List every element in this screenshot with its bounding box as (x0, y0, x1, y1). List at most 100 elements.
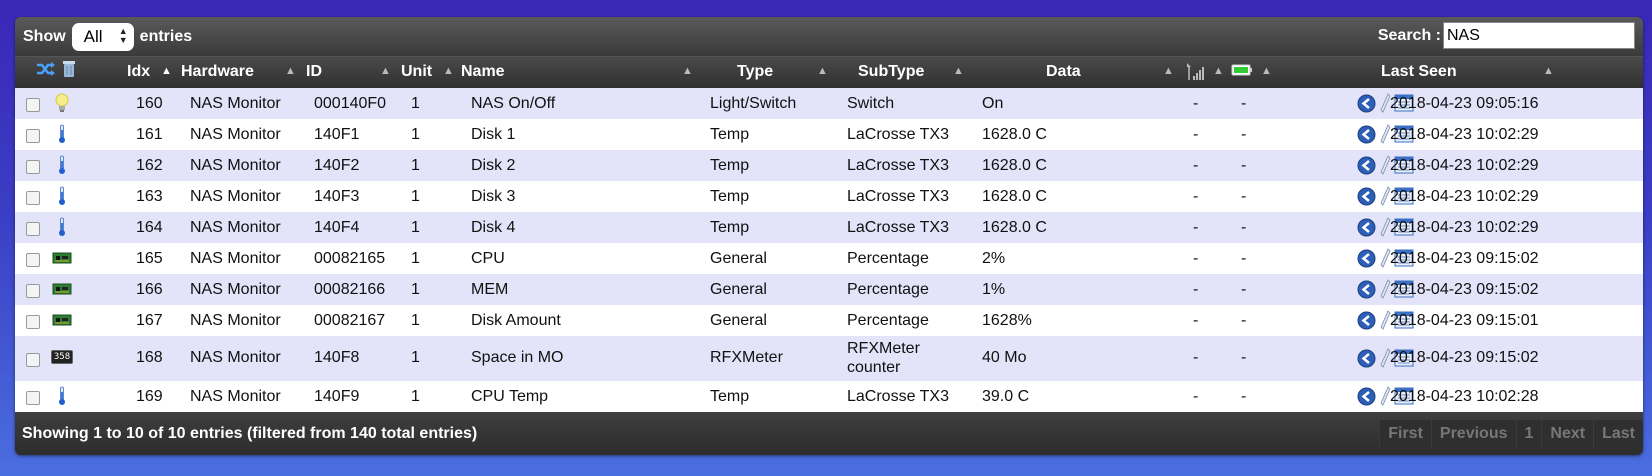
table-header: Idx ▲ Hardware ▲ ID ▲ Unit ▲ Name ▲ Type… (15, 56, 1643, 88)
cell-lastseen: 2018-04-23 10:02:29 (1390, 157, 1539, 174)
header-shuffle-icon[interactable] (36, 60, 56, 83)
log-icon[interactable] (1357, 125, 1376, 149)
cell-data: 39.0 C (982, 388, 1030, 405)
lightbulb-icon[interactable] (51, 92, 73, 114)
row-checkbox[interactable] (26, 315, 40, 329)
log-icon[interactable] (1357, 156, 1376, 180)
row-checkbox[interactable] (26, 160, 40, 174)
thermometer-icon[interactable] (51, 385, 73, 407)
table-row[interactable]: 164 NAS Monitor 140F4 1 Disk 4 Temp LaCrosse T… (15, 212, 1643, 243)
cell-subtype: Percentage (847, 312, 929, 329)
cell-hardware: NAS Monitor (190, 126, 281, 143)
table-row[interactable]: 358 168 NAS Monitor 140F8 1 Space in MO RFXMet… (15, 336, 1643, 381)
table-row[interactable]: 166 NAS Monitor 00082166 1 MEM General Percent… (15, 274, 1643, 305)
cell-subtype: LaCrosse TX3 (847, 219, 949, 236)
cell-subtype: LaCrosse TX3 (847, 157, 949, 174)
row-checkbox[interactable] (26, 191, 40, 205)
cell-battery: - (1241, 250, 1247, 267)
column-unit-header[interactable]: Unit (401, 63, 432, 81)
column-id-header[interactable]: ID (306, 63, 322, 81)
column-type-header[interactable]: Type (737, 63, 773, 81)
thermometer-icon[interactable] (51, 154, 73, 176)
cell-data: 1628.0 C (982, 157, 1047, 174)
column-lastseen-header[interactable]: Last Seen (1381, 63, 1457, 81)
cell-lastseen: 2018-04-23 09:15:02 (1390, 349, 1539, 366)
header-trash-icon[interactable] (62, 60, 76, 83)
page-last-button[interactable]: Last (1593, 420, 1643, 448)
battery-icon[interactable] (1231, 63, 1253, 82)
log-icon[interactable] (1357, 249, 1376, 273)
cell-subtype: Percentage (847, 250, 929, 267)
column-data-header[interactable]: Data (1046, 63, 1081, 81)
table-info: Showing 1 to 10 of 10 entries (filtered … (22, 425, 478, 442)
cell-id: 00082167 (314, 312, 386, 329)
row-checkbox[interactable] (26, 353, 40, 367)
sort-icon: ▲ (285, 65, 296, 77)
cell-subtype: LaCrosse TX3 (847, 188, 949, 205)
page-1-button[interactable]: 1 (1515, 420, 1542, 448)
cell-type: Temp (710, 188, 750, 205)
page-previous-button[interactable]: Previous (1430, 420, 1516, 448)
table-row[interactable]: 160 NAS Monitor 000140F0 1 NAS On/Off Light/S… (15, 88, 1643, 119)
cell-battery: - (1241, 281, 1247, 298)
log-icon[interactable] (1357, 387, 1376, 411)
cell-battery: - (1241, 188, 1247, 205)
thermometer-icon[interactable] (51, 185, 73, 207)
signal-strength-icon[interactable] (1183, 61, 1205, 86)
cell-data: 1% (982, 281, 1006, 298)
cell-subtype: LaCrosse TX3 (847, 126, 949, 143)
column-idx-header[interactable]: Idx (127, 63, 150, 81)
log-icon[interactable] (1357, 187, 1376, 211)
table-row[interactable]: 165 NAS Monitor 00082165 1 CPU General Percent… (15, 243, 1643, 274)
entries-length-value: All (83, 26, 103, 46)
cell-hardware: NAS Monitor (190, 188, 281, 205)
table-row[interactable]: 169 NAS Monitor 140F9 1 CPU Temp Temp LaCrosse… (15, 381, 1643, 412)
row-checkbox[interactable] (26, 98, 40, 112)
cell-battery: - (1241, 95, 1247, 112)
table-row[interactable]: 163 NAS Monitor 140F3 1 Disk 3 Temp LaCrosse T… (15, 181, 1643, 212)
cell-hardware: NAS Monitor (190, 388, 281, 405)
log-icon[interactable] (1357, 280, 1376, 304)
cell-signal: - (1193, 388, 1199, 405)
cell-lastseen: 2018-04-23 10:02:29 (1390, 188, 1539, 205)
table-row[interactable]: 161 NAS Monitor 140F1 1 Disk 1 Temp LaCrosse T… (15, 119, 1643, 150)
log-icon[interactable] (1357, 311, 1376, 335)
page-first-button[interactable]: First (1379, 420, 1431, 448)
cell-hardware: NAS Monitor (190, 281, 281, 298)
cell-lastseen: 2018-04-23 09:05:16 (1390, 95, 1539, 112)
column-hardware-header[interactable]: Hardware (181, 63, 254, 81)
cell-signal: - (1193, 250, 1199, 267)
table-row[interactable]: 162 NAS Monitor 140F2 1 Disk 2 Temp LaCrosse T… (15, 150, 1643, 181)
thermometer-icon[interactable] (51, 123, 73, 145)
cell-hardware: NAS Monitor (190, 219, 281, 236)
row-checkbox[interactable] (26, 391, 40, 405)
cell-id: 00082165 (314, 250, 386, 267)
search-input[interactable] (1443, 22, 1635, 49)
cell-name: MEM (471, 281, 509, 298)
row-checkbox[interactable] (26, 129, 40, 143)
cell-hardware: NAS Monitor (190, 312, 281, 329)
sort-icon: ▲ (380, 65, 391, 77)
log-icon[interactable] (1357, 94, 1376, 118)
circuit-board-icon[interactable] (51, 278, 73, 300)
cell-type: General (710, 281, 767, 298)
row-checkbox[interactable] (26, 222, 40, 236)
sort-icon: ▲ (817, 65, 828, 77)
entries-length-select[interactable]: All ▲ ▼ (71, 22, 134, 51)
circuit-board-icon[interactable] (51, 247, 73, 269)
cell-idx: 168 (136, 349, 163, 366)
cell-name: Disk 2 (471, 157, 516, 174)
table-row[interactable]: 167 NAS Monitor 00082167 1 Disk Amount Genera… (15, 305, 1643, 336)
row-checkbox[interactable] (26, 253, 40, 267)
column-subtype-header[interactable]: SubType (858, 63, 924, 81)
log-icon[interactable] (1357, 349, 1376, 373)
log-icon[interactable] (1357, 218, 1376, 242)
row-checkbox[interactable] (26, 284, 40, 298)
column-name-header[interactable]: Name (461, 63, 505, 81)
thermometer-icon[interactable] (51, 216, 73, 238)
circuit-board-icon[interactable] (51, 309, 73, 331)
page-next-button[interactable]: Next (1541, 420, 1594, 448)
show-label: Show (23, 27, 66, 45)
counter-icon[interactable]: 358 (50, 346, 74, 368)
cell-data: 40 Mo (982, 349, 1027, 366)
